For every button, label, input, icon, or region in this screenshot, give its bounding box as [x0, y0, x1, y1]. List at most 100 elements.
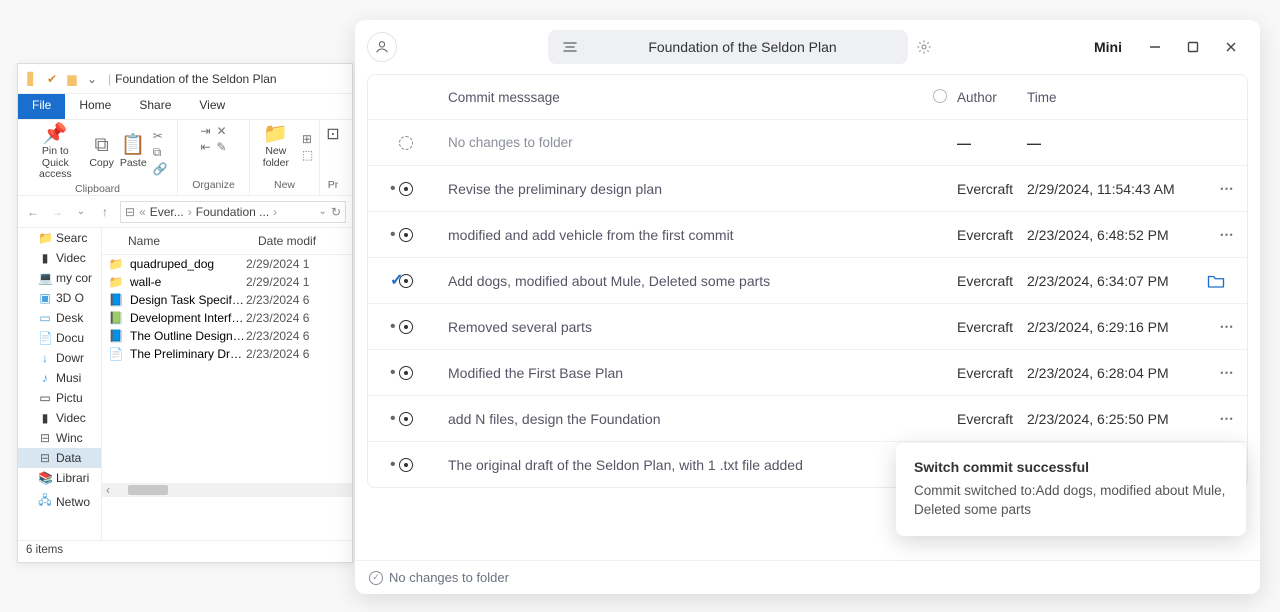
commit-message: Modified the First Base Plan [444, 365, 923, 381]
close-button[interactable] [1214, 33, 1248, 61]
mode-label[interactable]: Mini [1094, 39, 1122, 55]
nav-history-icon[interactable]: ⌄ [72, 206, 90, 217]
copy-to-icon[interactable]: ⇤ [200, 140, 210, 154]
avatar[interactable] [367, 32, 397, 62]
folder-small-icon: ▆ [64, 71, 80, 87]
minimize-button[interactable] [1138, 33, 1172, 61]
commit-node-icon [399, 182, 413, 196]
nav-item-icon: 📚 [38, 471, 52, 485]
commit-row[interactable]: • add N files, design the Foundation Eve… [368, 395, 1247, 441]
file-row[interactable]: 📁wall-e2/29/2024 1 [102, 273, 352, 291]
easy-access-icon[interactable]: ⬚ [302, 148, 313, 162]
footer-status: No changes to folder [389, 570, 509, 585]
nav-item[interactable]: ▭Desk [18, 308, 101, 328]
nav-item[interactable]: ▮Videc [18, 248, 101, 268]
nav-item[interactable]: ▮Videc [18, 408, 101, 428]
paste-button[interactable]: 📋 Paste [120, 135, 147, 169]
nav-item-label: Winc [56, 431, 83, 445]
new-item-icon[interactable]: ⊞ [302, 132, 313, 146]
select-all-icon[interactable] [933, 89, 947, 103]
commit-message: Removed several parts [444, 319, 923, 335]
nav-item[interactable]: ▣3D O [18, 288, 101, 308]
col-time[interactable]: Time [1027, 90, 1207, 105]
no-changes-row: No changes to folder — — [368, 119, 1247, 165]
file-row[interactable]: 📘Design Task Specificatio...2/23/2024 6 [102, 291, 352, 309]
nav-item[interactable]: ↓Dowr [18, 348, 101, 368]
nav-item[interactable]: ⊟Winc [18, 428, 101, 448]
commit-time: 2/23/2024, 6:28:04 PM [1027, 365, 1169, 381]
address-bar-row: ← → ⌄ ↑ ⊟ « Ever... › Foundation ... › ⌄… [18, 196, 352, 228]
nav-item[interactable]: ▭Pictu [18, 388, 101, 408]
breadcrumb-part[interactable]: Foundation ... [196, 205, 269, 219]
nav-item[interactable]: 💻my cor [18, 268, 101, 288]
properties-icon[interactable]: ⊡ [326, 124, 339, 144]
col-commit-message[interactable]: Commit messsage [444, 90, 923, 105]
file-row[interactable]: 📁quadruped_dog2/29/2024 1 [102, 255, 352, 273]
nav-up-button[interactable]: ↑ [96, 205, 114, 219]
address-dropdown-icon[interactable]: ⌄ [319, 206, 327, 217]
file-name: The Preliminary Draft of... [130, 347, 246, 361]
maximize-button[interactable] [1176, 33, 1210, 61]
move-to-icon[interactable]: ⇥ [200, 124, 210, 138]
pin-quick-access-button[interactable]: 📌 Pin to Quick access [27, 124, 83, 181]
row-more-button[interactable]: ⋯ [1220, 180, 1235, 196]
row-more-button[interactable]: ⋯ [1220, 364, 1235, 380]
file-row[interactable]: 📄The Preliminary Draft of...2/23/2024 6 [102, 345, 352, 363]
overflow-icon[interactable]: ⌄ [84, 71, 100, 87]
row-more-button[interactable]: ⋯ [1220, 410, 1235, 426]
nav-item[interactable]: ♪Musi [18, 368, 101, 388]
commit-row[interactable]: • Revise the preliminary design plan Eve… [368, 165, 1247, 211]
horizontal-scrollbar[interactable]: ‹ [102, 483, 352, 497]
breadcrumb-part[interactable]: Ever... [150, 205, 184, 219]
nav-item-label: Videc [56, 251, 86, 265]
nav-item-label: Musi [56, 371, 81, 385]
menu-icon[interactable] [562, 41, 578, 53]
nav-back-button[interactable]: ← [24, 205, 42, 219]
title-pill[interactable]: Foundation of the Seldon Plan [548, 30, 908, 64]
commit-message: Revise the preliminary design plan [444, 181, 923, 197]
commit-row[interactable]: • modified and add vehicle from the firs… [368, 211, 1247, 257]
tab-share[interactable]: Share [125, 94, 185, 119]
nav-item[interactable]: 📁Searc [18, 228, 101, 248]
tab-home[interactable]: Home [65, 94, 125, 119]
file-row[interactable]: 📗Development Interface ...2/23/2024 6 [102, 309, 352, 327]
tab-file[interactable]: File [18, 94, 65, 119]
nav-pane[interactable]: 📁Searc▮Videc💻my cor▣3D O▭Desk📄Docu↓Dowr♪… [18, 228, 102, 540]
commit-row[interactable]: • Removed several parts Evercraft 2/23/2… [368, 303, 1247, 349]
copy-path-icon[interactable]: ⧉ [153, 145, 168, 160]
settings-button[interactable] [916, 39, 938, 55]
col-name[interactable]: Name [102, 228, 252, 254]
nav-item[interactable]: 📄Docu [18, 328, 101, 348]
nav-item-label: Netwo [56, 495, 90, 509]
nav-forward-button[interactable]: → [48, 205, 66, 219]
paste-shortcut-icon[interactable]: 🔗 [153, 162, 168, 176]
cut-icon[interactable]: ✂ [153, 129, 168, 143]
commit-row[interactable]: • Modified the First Base Plan Evercraft… [368, 349, 1247, 395]
commit-message: Add dogs, modified about Mule, Deleted s… [444, 273, 923, 289]
copy-button[interactable]: ⧉ Copy [89, 135, 114, 169]
new-folder-button[interactable]: 📁 New folder [256, 124, 296, 169]
commit-row[interactable]: ✓ Add dogs, modified about Mule, Deleted… [368, 257, 1247, 303]
file-columns-header[interactable]: Name Date modif [102, 228, 352, 255]
scrollbar-thumb[interactable] [128, 485, 168, 495]
user-icon [374, 39, 390, 55]
file-row[interactable]: 📘The Outline Design Doc...2/23/2024 6 [102, 327, 352, 345]
address-bar[interactable]: ⊟ « Ever... › Foundation ... › ⌄ ↻ [120, 201, 346, 223]
new-folder-label: New folder [256, 146, 296, 169]
rename-icon[interactable]: ✎ [217, 140, 227, 154]
tab-view[interactable]: View [185, 94, 239, 119]
nav-item-label: Data [56, 451, 81, 465]
col-date[interactable]: Date modif [252, 228, 352, 254]
nav-item[interactable]: ⊟Data [18, 448, 101, 468]
open-folder-button[interactable] [1207, 274, 1247, 288]
commit-author: Evercraft [957, 227, 1027, 243]
row-more-button[interactable]: ⋯ [1220, 226, 1235, 242]
save-icon[interactable]: ✔ [44, 71, 60, 87]
row-more-button[interactable]: ⋯ [1220, 318, 1235, 334]
refresh-icon[interactable]: ↻ [331, 205, 341, 219]
delete-icon[interactable]: ✕ [217, 124, 227, 138]
new-folder-icon: 📁 [263, 124, 288, 144]
col-author[interactable]: Author [957, 90, 1027, 105]
nav-item[interactable]: 🖧Netwo [18, 488, 101, 515]
nav-item[interactable]: 📚Librari [18, 468, 101, 488]
